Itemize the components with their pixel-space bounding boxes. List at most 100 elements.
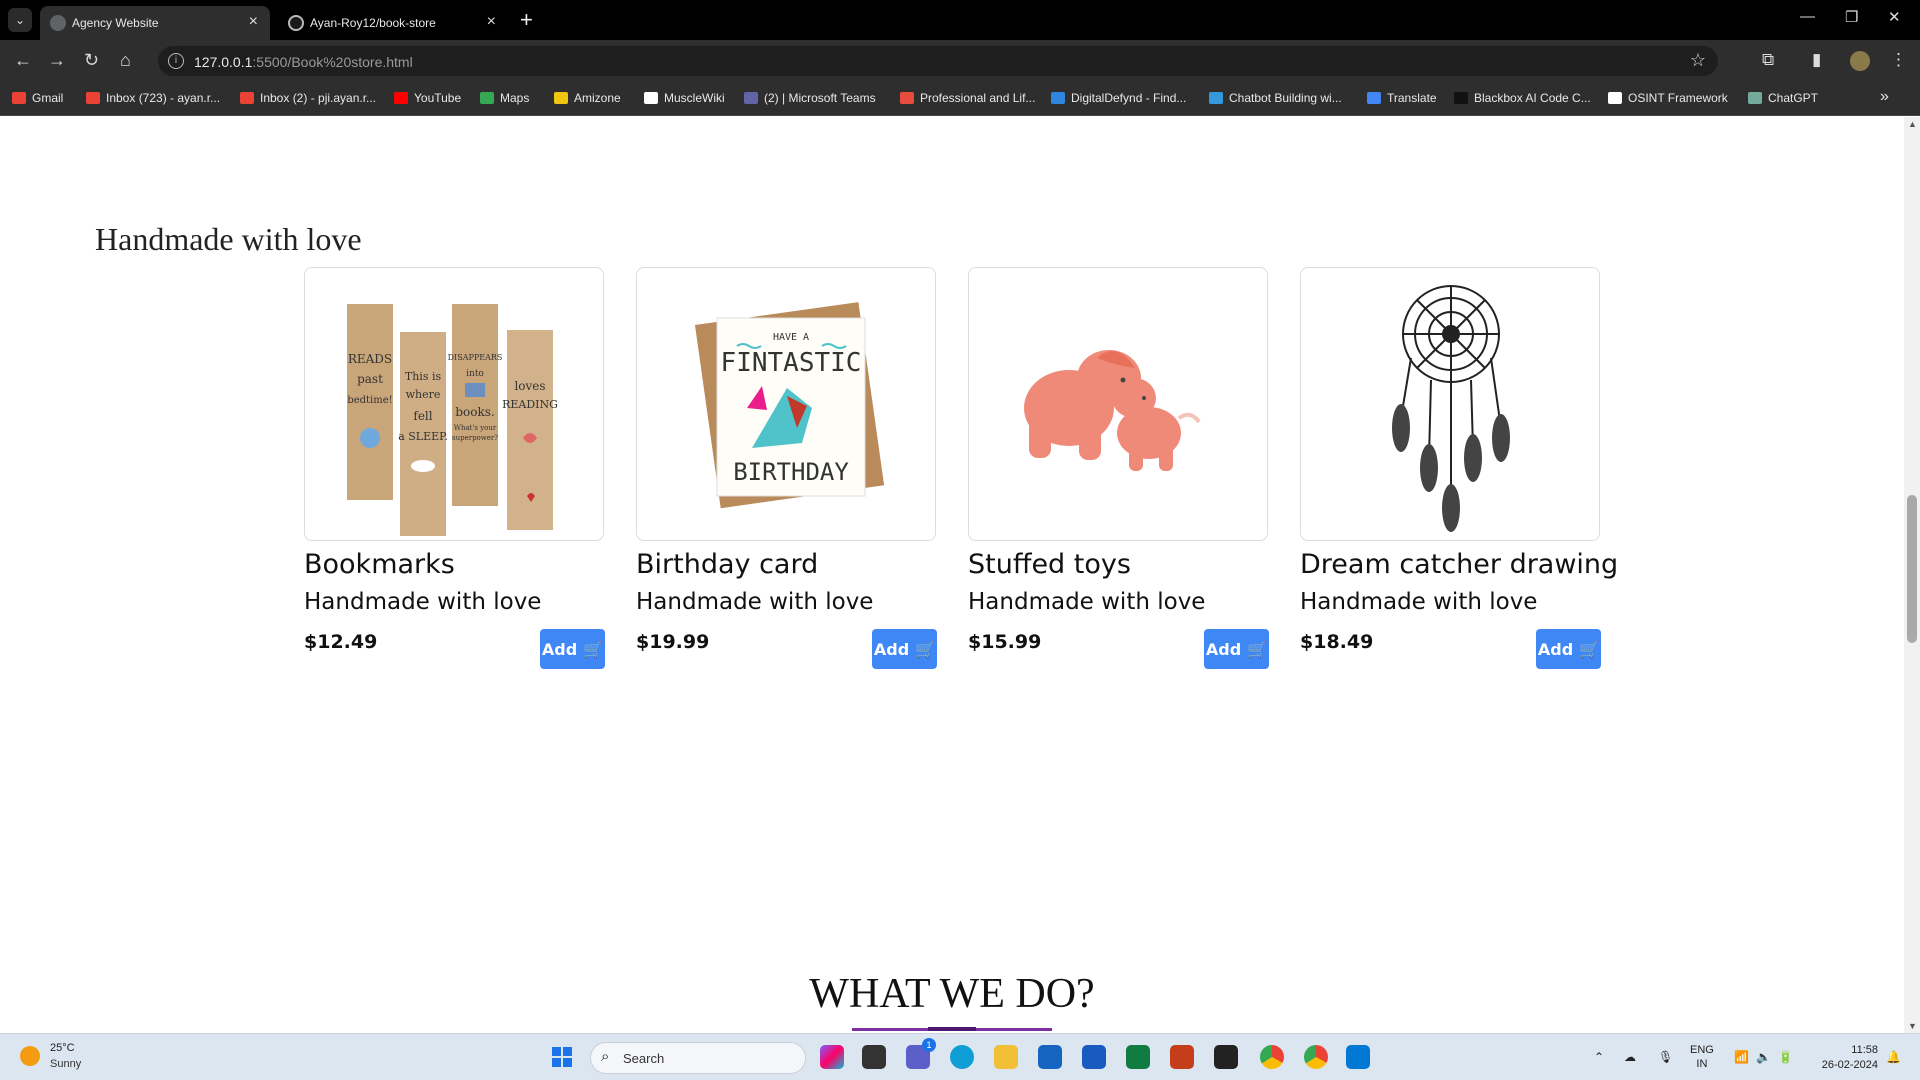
svg-text:DISAPPEARS: DISAPPEARS	[448, 353, 503, 362]
cart-icon: 🛒	[1579, 639, 1600, 659]
weather-description[interactable]: Sunny	[50, 1058, 81, 1070]
restore-icon[interactable]: ❐	[1845, 8, 1858, 26]
reload-icon[interactable]: ↻	[84, 50, 99, 71]
battery-icon[interactable]: 🔋	[1778, 1050, 1793, 1064]
add-to-cart-button[interactable]: Add 🛒	[1204, 629, 1269, 669]
tab-title: Ayan-Roy12/book-store	[310, 16, 436, 30]
chrome-profile-icon[interactable]	[1304, 1045, 1328, 1069]
product-title: Bookmarks	[304, 549, 455, 580]
new-tab-plus-icon[interactable]: +	[520, 7, 533, 33]
bookmark-item[interactable]: YouTube	[394, 91, 461, 105]
file-explorer-icon[interactable]	[994, 1045, 1018, 1069]
mail-icon[interactable]	[1038, 1045, 1062, 1069]
scroll-thumb[interactable]	[1907, 495, 1917, 643]
product-price: $19.99	[636, 631, 710, 653]
extensions-puzzle-icon[interactable]: ⧉	[1762, 50, 1774, 70]
close-icon[interactable]: ×	[487, 13, 496, 31]
cart-icon: 🛒	[1247, 639, 1268, 659]
digitaldefynd-icon	[1051, 92, 1065, 104]
window-close-icon[interactable]: ✕	[1888, 8, 1901, 26]
gmail-icon	[12, 92, 26, 104]
bookmark-site-icon	[900, 92, 914, 104]
bookmark-item[interactable]: Professional and Lif...	[900, 91, 1035, 105]
bookmark-item[interactable]: OSINT Framework	[1608, 91, 1728, 105]
bookmark-item[interactable]: Blackbox AI Code C...	[1454, 91, 1591, 105]
svg-text:a SLEEP.: a SLEEP.	[398, 430, 448, 443]
svg-text:BIRTHDAY: BIRTHDAY	[733, 458, 849, 486]
language-indicator[interactable]: ENG IN	[1690, 1043, 1714, 1071]
bookmark-item[interactable]: Inbox (2) - pji.ayan.r...	[240, 91, 376, 105]
more-bookmarks-icon[interactable]: »	[1880, 88, 1889, 106]
volume-icon[interactable]: 🔈	[1756, 1050, 1771, 1064]
add-to-cart-button[interactable]: Add 🛒	[540, 629, 605, 669]
page-viewport: Handmade with love READS past bedtime! T…	[0, 117, 1904, 1033]
minimize-icon[interactable]: —	[1800, 8, 1815, 25]
product-image-dream-catcher	[1300, 267, 1600, 541]
taskbar-search[interactable]: ⌕ Search	[590, 1042, 806, 1074]
system-clock[interactable]: 11:58 26-02-2024	[1812, 1043, 1878, 1073]
terminal-icon[interactable]	[1214, 1045, 1238, 1069]
home-icon[interactable]: ⌂	[120, 50, 131, 71]
tab-book-store[interactable]: Ayan-Roy12/book-store ×	[278, 6, 508, 40]
copilot-icon[interactable]	[820, 1045, 844, 1069]
add-to-cart-button[interactable]: Add 🛒	[872, 629, 937, 669]
weather-temperature[interactable]: 25°C	[50, 1042, 75, 1054]
onedrive-icon[interactable]: ☁	[1624, 1050, 1636, 1064]
bookmark-item[interactable]: ChatGPT	[1748, 91, 1818, 105]
svg-text:superpower?: superpower?	[452, 434, 498, 442]
task-view-icon[interactable]	[862, 1045, 886, 1069]
product-title: Stuffed toys	[968, 549, 1131, 580]
bookmark-item[interactable]: Amizone	[554, 91, 621, 105]
star-bookmark-icon[interactable]: ☆	[1690, 50, 1706, 71]
bookmark-item[interactable]: Maps	[480, 91, 529, 105]
excel-icon[interactable]	[1126, 1045, 1150, 1069]
scroll-up-arrow-icon[interactable]: ▲	[1908, 119, 1917, 129]
svg-text:where: where	[406, 388, 441, 401]
cart-icon: 🛒	[915, 639, 936, 659]
word-icon[interactable]	[1082, 1045, 1106, 1069]
chevron-up-icon[interactable]: ⌃	[1594, 1050, 1604, 1064]
scroll-down-arrow-icon[interactable]: ▼	[1908, 1021, 1917, 1031]
kebab-menu-icon[interactable]: ⋮	[1890, 50, 1907, 70]
site-info-icon[interactable]: i	[168, 53, 184, 69]
bookmark-label: ChatGPT	[1768, 91, 1819, 105]
bookmark-label: Translate	[1387, 91, 1437, 105]
bookmark-label: OSINT Framework	[1628, 91, 1728, 105]
bookmarks-bar: Gmail Inbox (723) - ayan.r... Inbox (2) - …	[0, 82, 1920, 116]
bookmark-item[interactable]: MuscleWiki	[644, 91, 725, 105]
forward-arrow-icon[interactable]: →	[48, 50, 66, 71]
bookmark-item[interactable]: (2) | Microsoft Teams	[744, 91, 876, 105]
powerpoint-icon[interactable]	[1170, 1045, 1194, 1069]
product-subtitle: Handmade with love	[636, 589, 874, 615]
close-icon[interactable]: ×	[249, 13, 258, 31]
sun-weather-icon[interactable]	[20, 1046, 40, 1066]
add-to-cart-button[interactable]: Add 🛒	[1536, 629, 1601, 669]
address-bar[interactable]: i 127.0.0.1:5500/Book%20store.html ☆	[158, 46, 1718, 76]
svg-text:READS: READS	[348, 352, 392, 366]
url-text[interactable]: 127.0.0.1:5500/Book%20store.html	[194, 54, 413, 70]
notification-bell-icon[interactable]: 🔔	[1886, 1050, 1901, 1064]
bookmark-item[interactable]: Inbox (723) - ayan.r...	[86, 91, 220, 105]
bookmark-item[interactable]: Translate	[1367, 91, 1437, 105]
bookmark-item[interactable]: Chatbot Building wi...	[1209, 91, 1342, 105]
tab-agency-website[interactable]: Agency Website ×	[40, 6, 270, 40]
chrome-icon[interactable]	[1260, 1045, 1284, 1069]
product-price: $15.99	[968, 631, 1042, 653]
profile-avatar[interactable]	[1850, 51, 1870, 71]
bookmark-item[interactable]: DigitalDefynd - Find...	[1051, 91, 1186, 105]
vscode-icon[interactable]	[1346, 1045, 1370, 1069]
edge-icon[interactable]	[950, 1045, 974, 1069]
microphone-icon[interactable]: 🎙	[1658, 1050, 1673, 1064]
page-scrollbar[interactable]: ▲ ▼	[1904, 117, 1920, 1033]
svg-text:loves: loves	[514, 379, 545, 393]
chatbot-icon	[1209, 92, 1223, 104]
browser-tab-bar: ⌄ Agency Website × Ayan-Roy12/book-store…	[0, 0, 1920, 40]
wifi-icon[interactable]: 📶	[1734, 1050, 1749, 1064]
teams-icon	[744, 92, 758, 104]
windows-start-icon[interactable]	[552, 1047, 572, 1067]
bookmark-item[interactable]: Gmail	[12, 91, 63, 105]
tab-search-chevron-icon[interactable]: ⌄	[8, 8, 32, 32]
svg-text:This is: This is	[405, 370, 442, 383]
back-arrow-icon[interactable]: ←	[14, 50, 32, 71]
side-panel-icon[interactable]: ▮	[1812, 50, 1821, 70]
